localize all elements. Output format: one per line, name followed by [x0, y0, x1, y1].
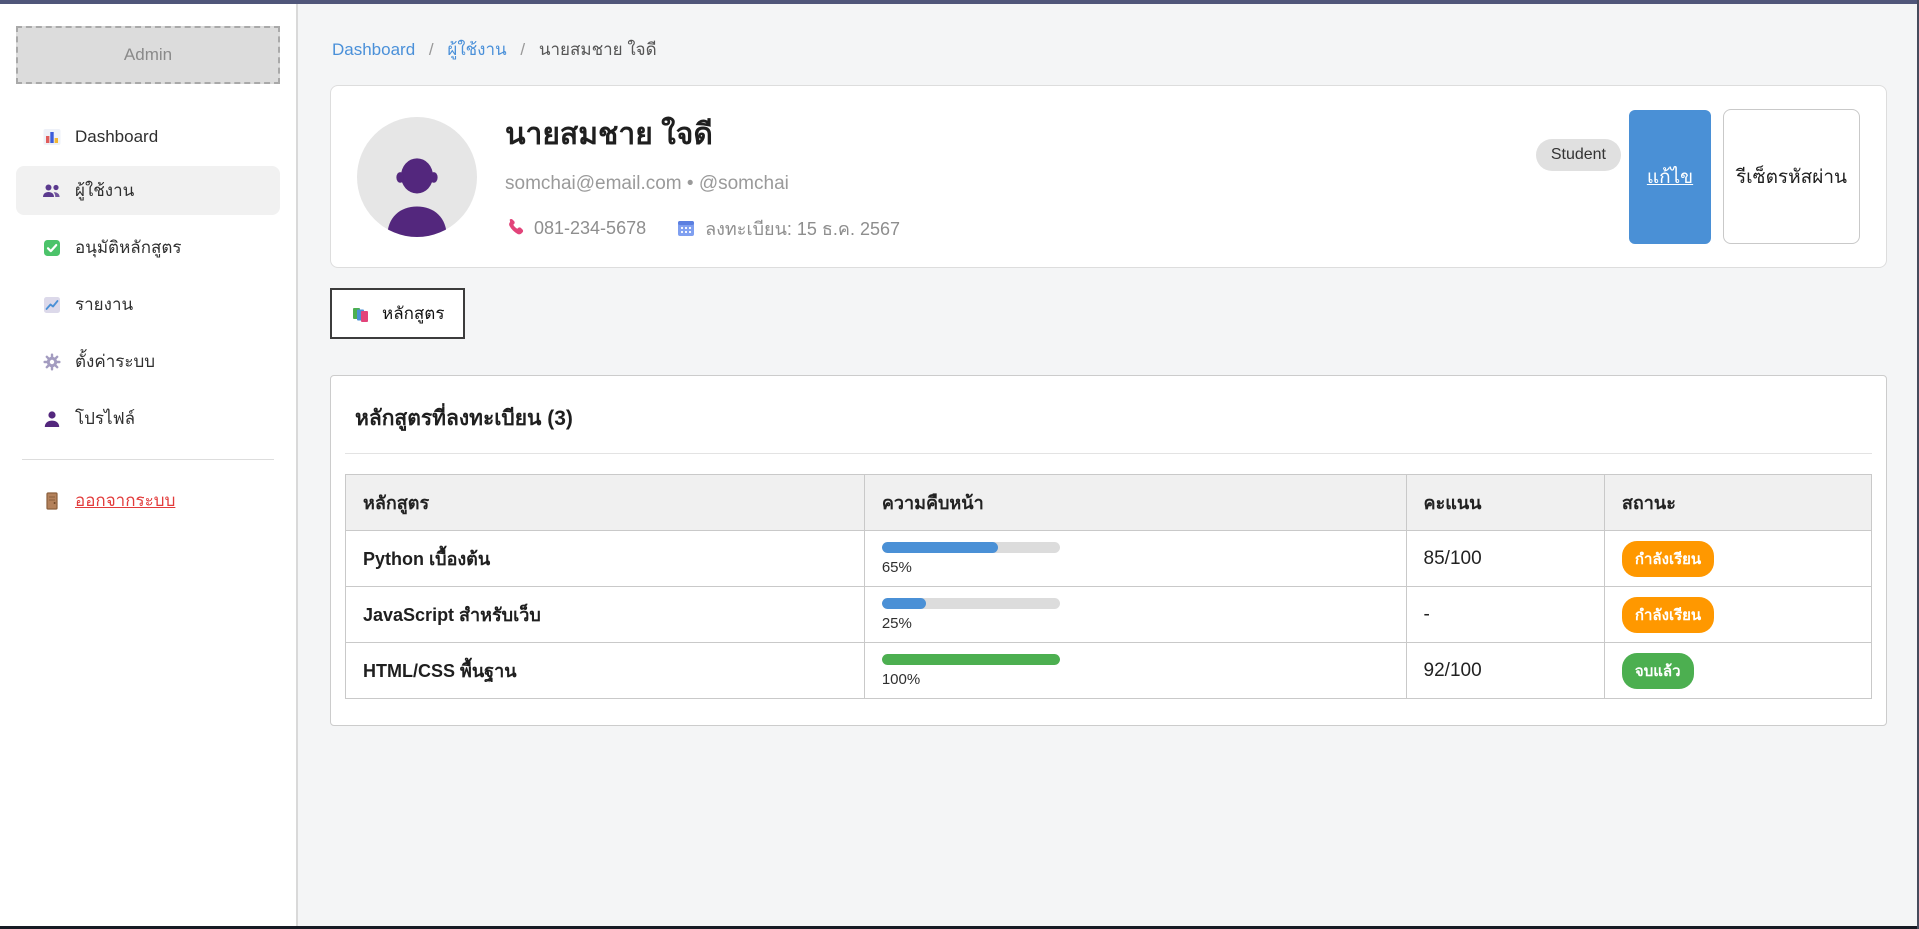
breadcrumb-dashboard-link[interactable]: Dashboard — [332, 40, 415, 59]
tab-row: หลักสูตร — [330, 288, 1887, 339]
courses-card: หลักสูตรที่ลงทะเบียน (3) หลักสูตร ความคื… — [330, 375, 1887, 726]
profile-info: นายสมชาย ใจดี somchai@email.com • @somch… — [505, 111, 1536, 243]
progress-percent-label: 25% — [882, 615, 1389, 632]
profile-email: somchai@email.com • @somchai — [505, 173, 1536, 195]
profile-card: นายสมชาย ใจดี somchai@email.com • @somch… — [330, 85, 1887, 268]
logout-label: ออกจากระบบ — [75, 487, 175, 514]
profile-phone-value: 081-234-5678 — [534, 218, 646, 239]
profile-name: นายสมชาย ใจดี — [505, 111, 1536, 158]
chart-up-icon — [42, 295, 62, 315]
breadcrumb-separator: / — [429, 40, 434, 59]
progress-bar-fill — [882, 598, 927, 609]
table-row: JavaScript สำหรับเว็บ 25% - กำลังเรียน — [346, 587, 1872, 643]
person-silhouette-icon — [378, 153, 456, 237]
progress-percent-label: 100% — [882, 671, 1389, 688]
courses-title: หลักสูตรที่ลงทะเบียน (3) — [345, 390, 1872, 453]
profile-registered: ลงทะเบียน: 15 ธ.ค. 2567 — [676, 214, 900, 243]
person-icon — [42, 409, 62, 429]
breadcrumb: Dashboard / ผู้ใช้งาน / นายสมชาย ใจดี — [332, 36, 1887, 63]
page: Admin Dashboard ผู้ใช้งาน อนุมัติหลักสูต… — [0, 4, 1917, 926]
sidebar-item-label: รายงาน — [75, 291, 133, 318]
courses-divider — [345, 453, 1872, 454]
table-row: HTML/CSS พื้นฐาน 100% 92/100 จบแล้ว — [346, 643, 1872, 699]
profile-actions: Student แก้ไข รีเซ็ตรหัสผ่าน — [1536, 109, 1860, 244]
sidebar-divider — [22, 459, 274, 460]
gear-icon — [42, 352, 62, 372]
column-header-progress: ความคืบหน้า — [864, 475, 1406, 531]
main-content: Dashboard / ผู้ใช้งาน / นายสมชาย ใจดี นา… — [298, 4, 1917, 926]
sidebar-item[interactable]: อนุมัติหลักสูตร — [16, 223, 280, 272]
sidebar-item-label: อนุมัติหลักสูตร — [75, 234, 182, 261]
users-icon — [42, 181, 62, 201]
status-badge: กำลังเรียน — [1622, 541, 1714, 577]
breadcrumb-users-link[interactable]: ผู้ใช้งาน — [447, 40, 506, 59]
course-score: 85/100 — [1424, 548, 1482, 569]
admin-brand-label: Admin — [124, 45, 172, 65]
admin-brand-box: Admin — [16, 26, 280, 84]
course-score: 92/100 — [1424, 660, 1482, 681]
progress-bar-fill — [882, 654, 1060, 665]
tab-courses-label: หลักสูตร — [382, 300, 444, 327]
progress-percent-label: 65% — [882, 559, 1389, 576]
column-header-status: สถานะ — [1604, 475, 1871, 531]
approve-check-icon — [42, 238, 62, 258]
sidebar-item-label: โปรไฟล์ — [75, 405, 135, 432]
profile-meta: 081-234-5678 ลงทะเบียน: 15 ธ.ค. 2567 — [505, 214, 1536, 243]
course-name: HTML/CSS พื้นฐาน — [363, 661, 517, 681]
sidebar-item[interactable]: ผู้ใช้งาน — [16, 166, 280, 215]
tab-courses[interactable]: หลักสูตร — [330, 288, 465, 339]
role-badge: Student — [1536, 139, 1621, 171]
sidebar-item[interactable]: ตั้งค่าระบบ — [16, 337, 280, 386]
profile-phone: 081-234-5678 — [505, 218, 646, 239]
edit-button[interactable]: แก้ไข — [1629, 110, 1711, 244]
sidebar-item-label: ตั้งค่าระบบ — [75, 348, 155, 375]
progress-bar-track — [882, 654, 1060, 665]
sidebar-nav: Dashboard ผู้ใช้งาน อนุมัติหลักสูตร รายง… — [16, 116, 280, 443]
progress-bar-fill — [882, 542, 998, 553]
course-name: JavaScript สำหรับเว็บ — [363, 605, 541, 625]
profile-registered-value: ลงทะเบียน: 15 ธ.ค. 2567 — [705, 214, 900, 243]
logout-link[interactable]: ออกจากระบบ — [16, 476, 280, 525]
course-name: Python เบื้องต้น — [363, 549, 490, 569]
bar-chart-icon — [42, 127, 62, 147]
phone-icon — [505, 218, 525, 238]
table-header-row: หลักสูตร ความคืบหน้า คะแนน สถานะ — [346, 475, 1872, 531]
course-score: - — [1424, 604, 1430, 625]
courses-table: หลักสูตร ความคืบหน้า คะแนน สถานะ Python … — [345, 474, 1872, 699]
avatar — [357, 117, 477, 237]
calendar-icon — [676, 218, 696, 238]
sidebar-item-label: Dashboard — [75, 127, 158, 147]
sidebar-item[interactable]: โปรไฟล์ — [16, 394, 280, 443]
status-badge: จบแล้ว — [1622, 653, 1694, 689]
progress-bar-track — [882, 542, 1060, 553]
breadcrumb-separator: / — [520, 40, 525, 59]
sidebar-item[interactable]: รายงาน — [16, 280, 280, 329]
door-icon — [42, 491, 62, 511]
status-badge: กำลังเรียน — [1622, 597, 1714, 633]
sidebar: Admin Dashboard ผู้ใช้งาน อนุมัติหลักสูต… — [0, 4, 298, 926]
table-row: Python เบื้องต้น 65% 85/100 กำลังเรียน — [346, 531, 1872, 587]
sidebar-item[interactable]: Dashboard — [16, 116, 280, 158]
column-header-score: คะแนน — [1406, 475, 1604, 531]
column-header-course: หลักสูตร — [346, 475, 865, 531]
books-icon — [351, 304, 371, 324]
reset-password-button[interactable]: รีเซ็ตรหัสผ่าน — [1723, 109, 1860, 244]
breadcrumb-current: นายสมชาย ใจดี — [539, 40, 657, 59]
progress-bar-track — [882, 598, 1060, 609]
sidebar-item-label: ผู้ใช้งาน — [75, 177, 134, 204]
